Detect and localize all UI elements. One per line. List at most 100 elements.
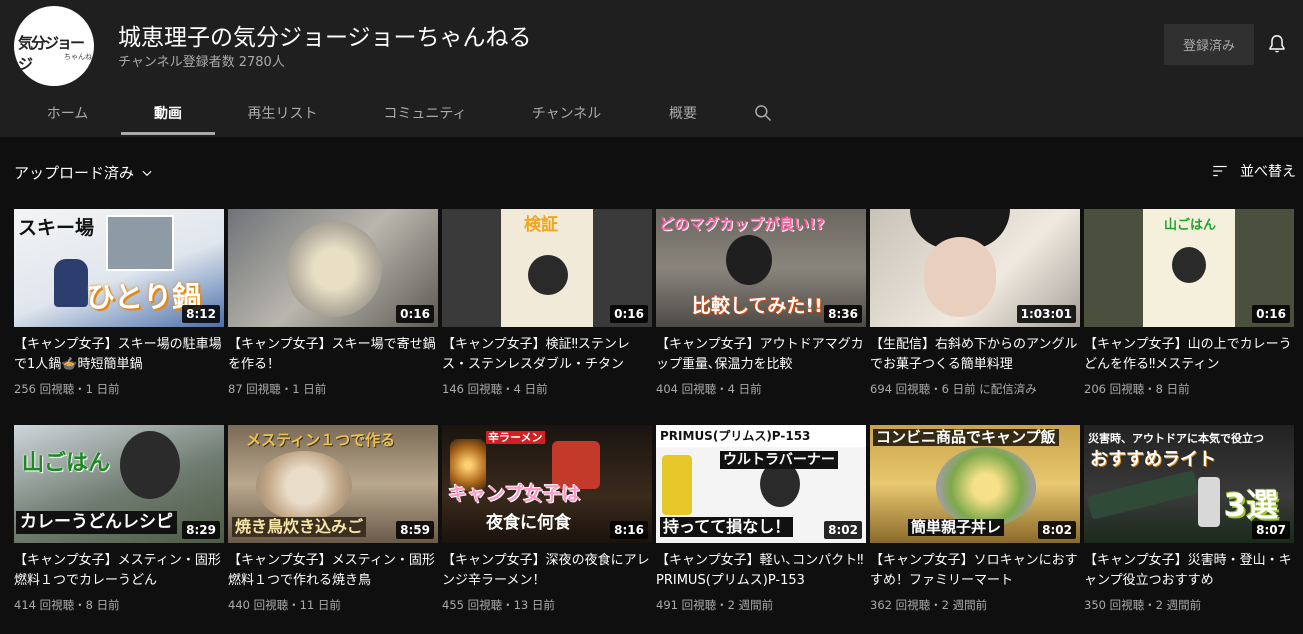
video-card[interactable]: 辛ラーメン キャンプ女子は 夜食に何食 8:16 【キャンプ女子】深夜の夜食にア… [442, 425, 652, 613]
video-meta: 87 回視聴・1 日前 [228, 382, 327, 396]
video-meta: 404 回視聴・4 日前 [656, 382, 762, 396]
video-title[interactable]: 【生配信】右斜め下からのアングルでお菓子つくる簡単料理 [870, 335, 1080, 375]
tab-channels[interactable]: チャンネル [500, 89, 633, 137]
video-duration: 8:29 [182, 521, 220, 539]
video-meta: 362 回視聴・2 週間前 [870, 598, 988, 612]
video-duration: 8:02 [1038, 521, 1076, 539]
video-card[interactable]: どのマグカップが良い!? 比較してみた!! 8:36 【キャンプ女子】アウトドア… [656, 209, 866, 397]
video-card[interactable]: メスティン１つで作る 焼き鳥炊き込みご 8:59 【キャンプ女子】メスティン・固… [228, 425, 438, 613]
video-title[interactable]: 【キャンプ女子】スキー場で寄せ鍋を作る！ [228, 335, 438, 375]
video-card[interactable]: 1:03:01 【生配信】右斜め下からのアングルでお菓子つくる簡単料理 694 … [870, 209, 1080, 397]
video-thumbnail[interactable]: 検証 0:16 [442, 209, 652, 327]
video-duration: 8:16 [610, 521, 648, 539]
video-thumbnail[interactable]: コンビニ商品でキャンプ飯 簡単親子丼レ 8:02 [870, 425, 1080, 543]
video-card[interactable]: 山ごはん カレーうどんレシピ 8:29 【キャンプ女子】メスティン・固形燃料１つ… [14, 425, 224, 613]
channel-avatar[interactable]: 気分ジョージ ちゃんね [14, 6, 94, 86]
channel-search-button[interactable] [733, 89, 793, 137]
video-duration: 8:07 [1252, 521, 1290, 539]
video-card[interactable]: PRIMUS(プリムス)P-153 ウルトラバーナー 持ってて損なし！ 8:02… [656, 425, 866, 613]
sort-button[interactable]: 並べ替え [1210, 161, 1296, 181]
video-duration: 0:16 [610, 305, 648, 323]
video-thumbnail[interactable]: 0:16 [228, 209, 438, 327]
tab-community[interactable]: コミュニティ [350, 89, 500, 137]
thumbnail-text: 比較してみた!! [692, 295, 823, 317]
video-title[interactable]: 【キャンプ女子】山の上でカレーうどんを作る‼メスティン [1084, 335, 1294, 375]
video-duration: 8:59 [396, 521, 434, 539]
video-duration: 8:02 [824, 521, 862, 539]
thumbnail-text: 持ってて損なし！ [660, 517, 794, 537]
video-meta: 146 回視聴・4 日前 [442, 382, 548, 396]
tab-about[interactable]: 概要 [633, 89, 733, 137]
thumbnail-text: 災害時、アウトドアに本気で役立つ [1088, 432, 1264, 445]
upload-filter-dropdown[interactable]: アップロード済み [14, 162, 154, 183]
video-meta: 414 回視聴・8 日前 [14, 598, 120, 612]
thumbnail-text: 焼き鳥炊き込みご [232, 517, 367, 537]
thumbnail-text: カレーうどんレシピ [16, 511, 177, 534]
video-meta: 206 回視聴・8 日前 [1084, 382, 1190, 396]
video-thumbnail[interactable]: 山ごはん カレーうどんレシピ 8:29 [14, 425, 224, 543]
video-duration: 0:16 [396, 305, 434, 323]
video-title[interactable]: 【キャンプ女子】深夜の夜食にアレンジ辛ラーメン！ [442, 551, 652, 591]
tab-playlists[interactable]: 再生リスト [215, 89, 350, 137]
video-thumbnail[interactable]: 災害時、アウトドアに本気で役立つ おすすめライト 3選 8:07 [1084, 425, 1294, 543]
video-thumbnail[interactable]: 山ごはん 0:16 [1084, 209, 1294, 327]
thumbnail-text: スキー場 [18, 217, 95, 239]
video-duration: 8:12 [182, 305, 220, 323]
chevron-down-icon [142, 170, 152, 176]
video-meta: 350 回視聴・2 週間前 [1084, 598, 1202, 612]
video-title[interactable]: 【キャンプ女子】軽い､コンパクト‼PRIMUS(プリムス)P-153 [656, 551, 866, 591]
channel-tabs: ホーム 動画 再生リスト コミュニティ チャンネル 概要 [14, 89, 793, 137]
bell-icon[interactable] [1266, 33, 1288, 55]
thumbnail-text: 簡単親子丼レ [908, 519, 1005, 536]
thumbnail-text: ウルトラバーナー [720, 451, 838, 469]
video-title[interactable]: 【キャンプ女子】アウトドアマグカップ重量､保温力を比較 [656, 335, 866, 375]
video-card[interactable]: 山ごはん 0:16 【キャンプ女子】山の上でカレーうどんを作る‼メスティン 20… [1084, 209, 1294, 397]
thumbnail-text: コンビニ商品でキャンプ飯 [873, 429, 1059, 446]
channel-header: 気分ジョージ ちゃんね 城恵理子の気分ジョージョーちゃんねる チャンネル登録者数… [0, 0, 1303, 137]
video-title[interactable]: 【キャンプ女子】ソロキャンにおすすめ！ファミリーマート [870, 551, 1080, 591]
video-meta: 256 回視聴・1 日前 [14, 382, 120, 396]
video-title[interactable]: 【キャンプ女子】スキー場の駐車場で1人鍋🍲時短簡単鍋 [14, 335, 224, 375]
search-icon [755, 105, 772, 122]
video-meta: 440 回視聴・11 日前 [228, 598, 341, 612]
thumbnail-text: どのマグカップが良い!? [659, 215, 825, 233]
video-thumbnail[interactable]: PRIMUS(プリムス)P-153 ウルトラバーナー 持ってて損なし！ 8:02 [656, 425, 866, 543]
thumbnail-text: 検証 [524, 215, 558, 235]
video-duration: 1:03:01 [1016, 305, 1076, 323]
video-thumbnail[interactable]: メスティン１つで作る 焼き鳥炊き込みご 8:59 [228, 425, 438, 543]
video-meta: 491 回視聴・2 週間前 [656, 598, 774, 612]
thumbnail-text: 夜食に何食 [486, 513, 571, 533]
video-title[interactable]: 【キャンプ女子】メスティン・固形燃料１つでカレーうどん [14, 551, 224, 591]
thumbnail-text: おすすめライト [1090, 449, 1216, 470]
tab-home[interactable]: ホーム [14, 89, 121, 137]
video-title[interactable]: 【キャンプ女子】検証‼ステンレス・ステンレスダブル・チタン [442, 335, 652, 375]
thumbnail-text: 辛ラーメン [486, 431, 545, 444]
sort-label: 並べ替え [1240, 164, 1296, 180]
subscribed-button[interactable]: 登録済み [1164, 24, 1254, 65]
sort-icon [1213, 165, 1227, 177]
thumbnail-text: 3選 [1224, 486, 1279, 524]
video-card[interactable]: 検証 0:16 【キャンプ女子】検証‼ステンレス・ステンレスダブル・チタン 14… [442, 209, 652, 397]
video-thumbnail[interactable]: 1:03:01 [870, 209, 1080, 327]
thumbnail-text: PRIMUS(プリムス)P-153 [660, 429, 811, 443]
thumbnail-text: メスティン１つで作る [246, 431, 396, 449]
video-title[interactable]: 【キャンプ女子】メスティン・固形燃料１つで作れる焼き鳥 [228, 551, 438, 591]
channel-title: 城恵理子の気分ジョージョーちゃんねる [118, 25, 532, 51]
video-title[interactable]: 【キャンプ女子】災害時・登山・キャンプ役立つおすすめ [1084, 551, 1294, 591]
filter-label: アップロード済み [14, 164, 135, 182]
video-thumbnail[interactable]: 辛ラーメン キャンプ女子は 夜食に何食 8:16 [442, 425, 652, 543]
video-duration: 8:36 [824, 305, 862, 323]
video-card[interactable]: スキー場 ひとり鍋 8:12 【キャンプ女子】スキー場の駐車場で1人鍋🍲時短簡単… [14, 209, 224, 397]
video-meta: 455 回視聴・13 日前 [442, 598, 555, 612]
video-card[interactable]: 0:16 【キャンプ女子】スキー場で寄せ鍋を作る！ 87 回視聴・1 日前 [228, 209, 438, 397]
thumbnail-text: 山ごはん [22, 451, 111, 476]
avatar-logo-subtext: ちゃんね [64, 53, 92, 61]
thumbnail-text: 山ごはん [1164, 218, 1217, 233]
video-meta: 694 回視聴・6 日前 に配信済み [870, 382, 1037, 396]
video-card[interactable]: 災害時、アウトドアに本気で役立つ おすすめライト 3選 8:07 【キャンプ女子… [1084, 425, 1294, 613]
video-duration: 0:16 [1252, 305, 1290, 323]
video-card[interactable]: コンビニ商品でキャンプ飯 簡単親子丼レ 8:02 【キャンプ女子】ソロキャンにお… [870, 425, 1080, 613]
video-thumbnail[interactable]: スキー場 ひとり鍋 8:12 [14, 209, 224, 327]
video-thumbnail[interactable]: どのマグカップが良い!? 比較してみた!! 8:36 [656, 209, 866, 327]
tab-videos[interactable]: 動画 [121, 89, 215, 137]
